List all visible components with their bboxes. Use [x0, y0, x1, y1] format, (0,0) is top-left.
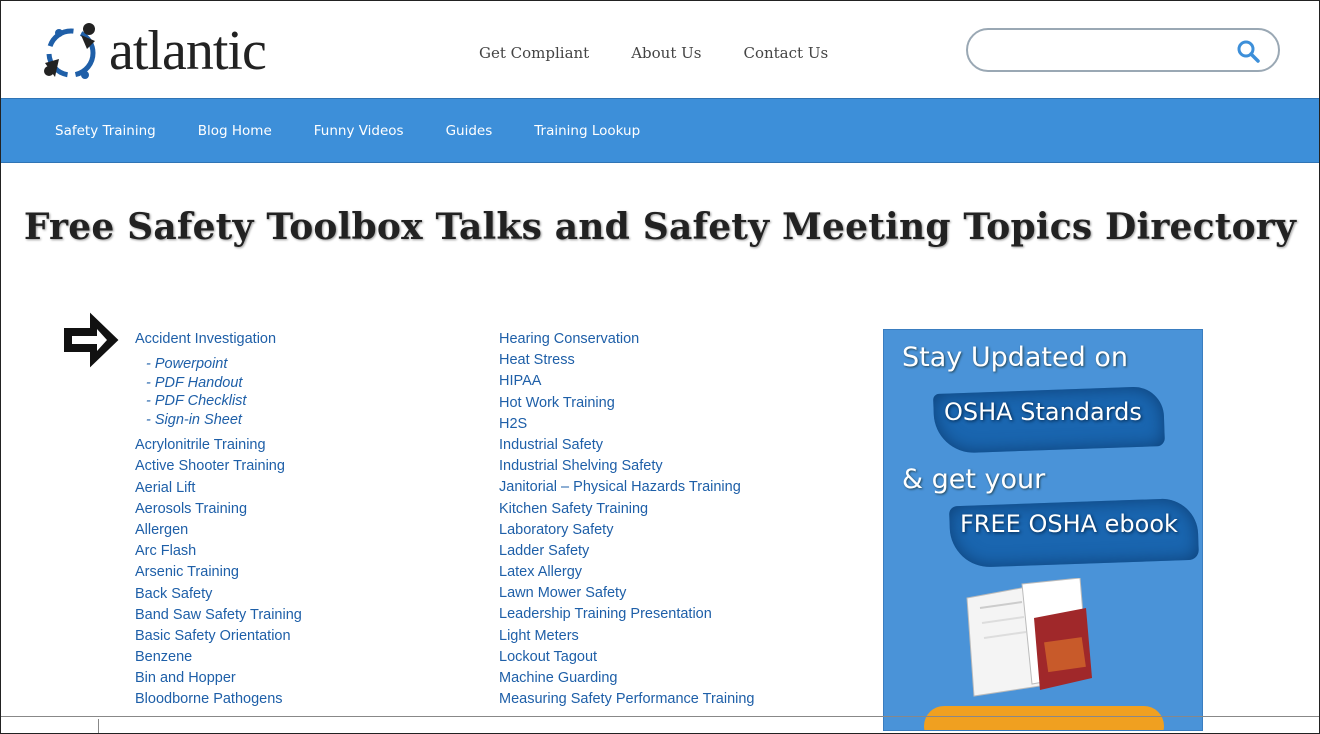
ad-line-2: OSHA Standards: [944, 398, 1142, 426]
nav-safety-training[interactable]: Safety Training: [55, 123, 156, 139]
main-navigation-bar: Safety Training Blog Home Funny Videos G…: [1, 98, 1319, 163]
nav-get-compliant[interactable]: Get Compliant: [479, 44, 589, 62]
sub-link-pdf-handout[interactable]: - PDF Handout: [135, 374, 302, 393]
logo-text: atlantic: [109, 20, 267, 82]
list-item[interactable]: Arsenic Training: [135, 562, 302, 583]
osha-ebook-ad[interactable]: Stay Updated on OSHA Standards & get you…: [883, 329, 1203, 731]
nav-training-lookup[interactable]: Training Lookup: [534, 123, 640, 139]
list-item[interactable]: HIPAA: [499, 371, 755, 392]
ad-cta-strip[interactable]: [924, 706, 1164, 730]
list-item[interactable]: Lockout Tagout: [499, 647, 755, 668]
top-navigation: Get Compliant About Us Contact Us: [479, 44, 828, 62]
list-item[interactable]: Band Saw Safety Training: [135, 605, 302, 626]
ebook-cover-image: [966, 578, 1092, 697]
list-item[interactable]: Leadership Training Presentation: [499, 604, 755, 625]
list-item[interactable]: Active Shooter Training: [135, 456, 302, 477]
divider: [98, 719, 99, 733]
nav-contact-us[interactable]: Contact Us: [743, 44, 828, 62]
nav-guides[interactable]: Guides: [446, 123, 493, 139]
list-item[interactable]: Machine Guarding: [499, 668, 755, 689]
list-item[interactable]: Aerial Lift: [135, 478, 302, 499]
list-item[interactable]: Light Meters: [499, 626, 755, 647]
ad-line-3: & get your: [902, 464, 1046, 495]
list-item[interactable]: Benzene: [135, 647, 302, 668]
list-item[interactable]: Acrylonitrile Training: [135, 435, 302, 456]
list-item[interactable]: Aerosols Training: [135, 499, 302, 520]
site-header: atlantic Get Compliant About Us Contact …: [1, 1, 1319, 98]
nav-funny-videos[interactable]: Funny Videos: [314, 123, 404, 139]
nav-blog-home[interactable]: Blog Home: [198, 123, 272, 139]
topics-column-2: Hearing Conservation Heat Stress HIPAA H…: [499, 329, 755, 710]
site-logo[interactable]: atlantic: [41, 19, 267, 83]
list-item[interactable]: Arc Flash: [135, 541, 302, 562]
sub-link-pdf-checklist[interactable]: - PDF Checklist: [135, 392, 302, 411]
list-item[interactable]: Basic Safety Orientation: [135, 626, 302, 647]
list-item[interactable]: Janitorial – Physical Hazards Training: [499, 477, 755, 498]
logo-mark-icon: [44, 23, 96, 79]
list-item[interactable]: Industrial Shelving Safety: [499, 456, 755, 477]
list-item[interactable]: Allergen: [135, 520, 302, 541]
search-icon[interactable]: [1236, 39, 1260, 63]
list-item[interactable]: Bloodborne Pathogens: [135, 689, 302, 710]
page-frame: atlantic Get Compliant About Us Contact …: [0, 0, 1320, 734]
list-item[interactable]: Bin and Hopper: [135, 668, 302, 689]
list-item[interactable]: Back Safety: [135, 584, 302, 605]
list-item[interactable]: Measuring Safety Performance Training: [499, 689, 755, 710]
list-item[interactable]: Kitchen Safety Training: [499, 499, 755, 520]
list-item[interactable]: Industrial Safety: [499, 435, 755, 456]
page-title: Free Safety Toolbox Talks and Safety Mee…: [23, 206, 1297, 248]
list-item[interactable]: Heat Stress: [499, 350, 755, 371]
list-item[interactable]: Lawn Mower Safety: [499, 583, 755, 604]
sub-links: - Powerpoint - PDF Handout - PDF Checkli…: [135, 355, 302, 429]
sub-link-sign-in-sheet[interactable]: - Sign-in Sheet: [135, 411, 302, 430]
list-item[interactable]: Ladder Safety: [499, 541, 755, 562]
search-input[interactable]: [986, 38, 1240, 64]
list-item[interactable]: Hot Work Training: [499, 393, 755, 414]
topics-column-1: Accident Investigation - Powerpoint - PD…: [135, 329, 302, 711]
right-arrow-icon: [64, 312, 119, 368]
divider: [1, 716, 1319, 717]
list-item[interactable]: Laboratory Safety: [499, 520, 755, 541]
list-item[interactable]: Latex Allergy: [499, 562, 755, 583]
sub-link-powerpoint[interactable]: - Powerpoint: [135, 355, 302, 374]
list-item[interactable]: Accident Investigation: [135, 329, 302, 350]
ad-line-1: Stay Updated on: [902, 342, 1128, 373]
search-box: [966, 28, 1280, 72]
list-item[interactable]: Hearing Conservation: [499, 329, 755, 350]
nav-about-us[interactable]: About Us: [631, 44, 701, 62]
ad-line-4: FREE OSHA ebook: [960, 510, 1178, 538]
list-item[interactable]: H2S: [499, 414, 755, 435]
